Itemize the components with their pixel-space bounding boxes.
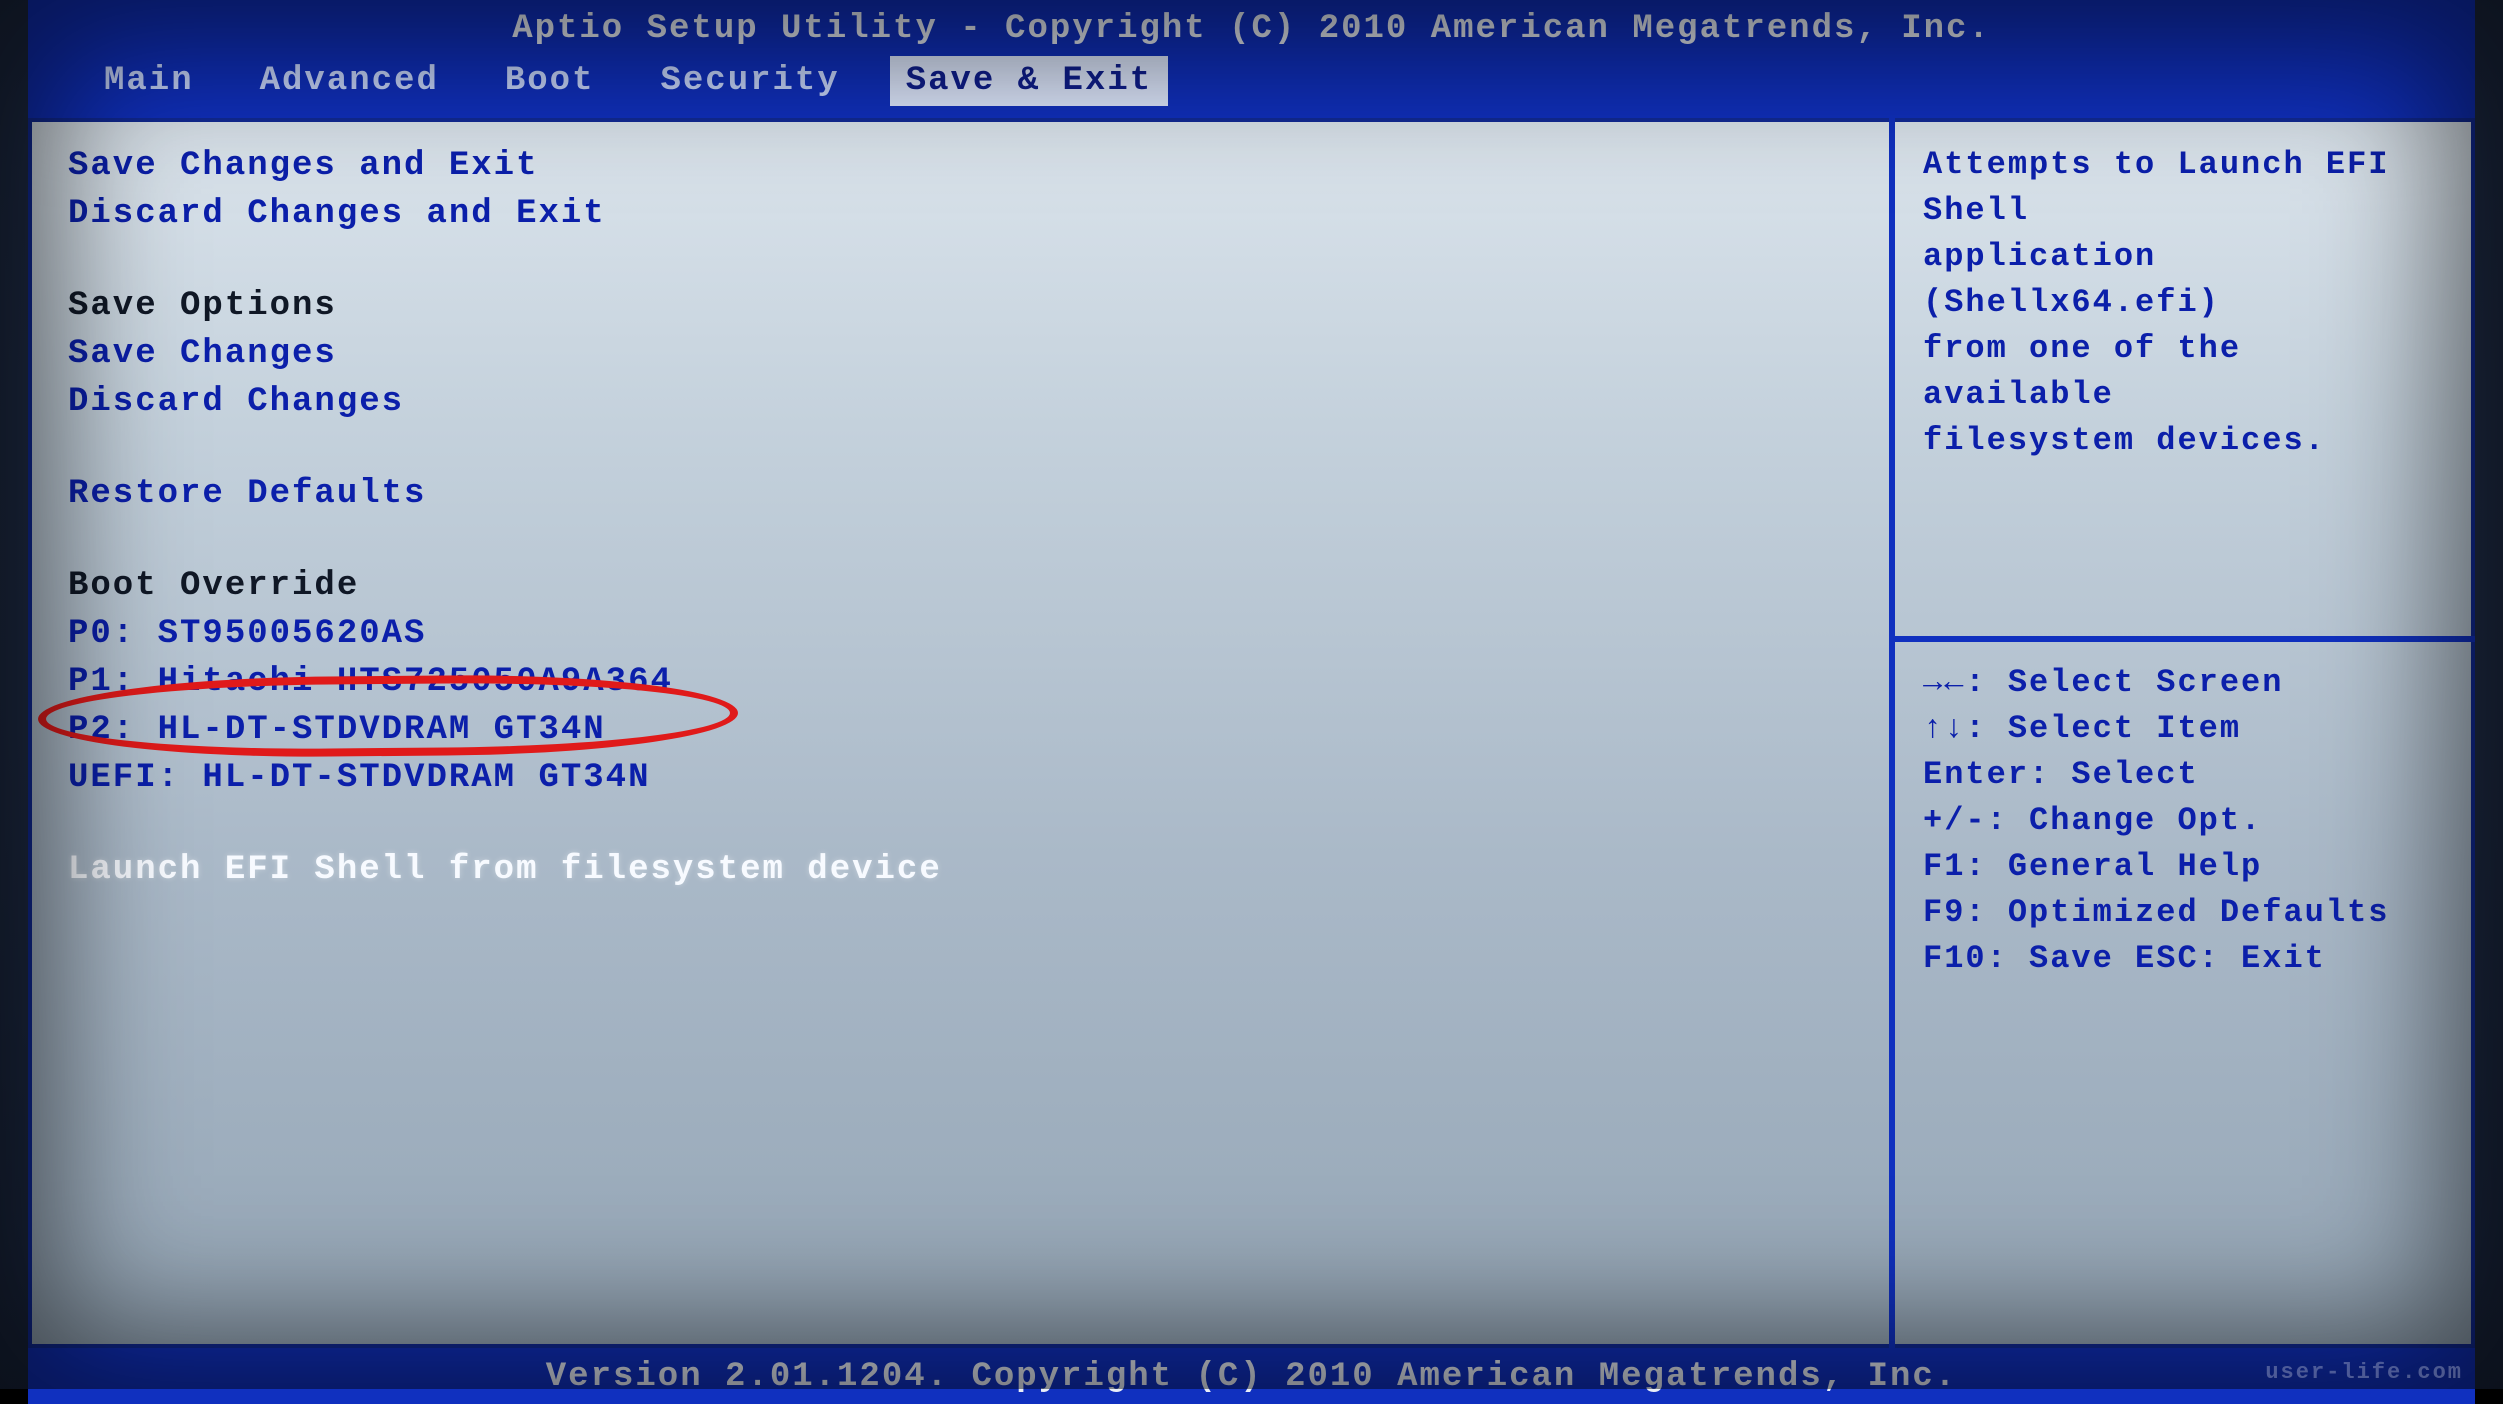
heading-boot-override: Boot Override bbox=[68, 562, 1849, 610]
menu-boot-p1[interactable]: P1: Hitachi HTS725050A9A364 bbox=[68, 658, 1849, 706]
bios-body: Save Changes and Exit Discard Changes an… bbox=[28, 118, 2475, 1348]
bios-footer-text: Version 2.01.1204. Copyright (C) 2010 Am… bbox=[546, 1358, 1957, 1396]
bios-footer-bar: Version 2.01.1204. Copyright (C) 2010 Am… bbox=[28, 1348, 2475, 1404]
help-line: application (Shellx64.efi) bbox=[1923, 234, 2447, 326]
bios-title: Aptio Setup Utility - Copyright (C) 2010… bbox=[512, 6, 1991, 52]
help-divider bbox=[1895, 636, 2475, 642]
menu-discard-changes-and-exit[interactable]: Discard Changes and Exit bbox=[68, 190, 1849, 238]
help-line: from one of the available bbox=[1923, 326, 2447, 418]
tab-main[interactable]: Main bbox=[88, 56, 210, 106]
tab-security[interactable]: Security bbox=[644, 56, 855, 106]
tab-advanced[interactable]: Advanced bbox=[244, 56, 455, 106]
menu-launch-efi-shell[interactable]: Launch EFI Shell from filesystem device bbox=[68, 846, 1849, 894]
menu-boot-p0[interactable]: P0: ST95005620AS bbox=[68, 610, 1849, 658]
key-f1: F1: General Help bbox=[1923, 844, 2447, 890]
menu-save-changes-and-exit[interactable]: Save Changes and Exit bbox=[68, 142, 1849, 190]
bios-header-bar: Aptio Setup Utility - Copyright (C) 2010… bbox=[28, 0, 2475, 118]
menu-restore-defaults[interactable]: Restore Defaults bbox=[68, 470, 1849, 518]
menu-save-changes[interactable]: Save Changes bbox=[68, 330, 1849, 378]
bios-screen: Aptio Setup Utility - Copyright (C) 2010… bbox=[0, 0, 2503, 1389]
key-help-block: →←: Select Screen ↑↓: Select Item Enter:… bbox=[1923, 624, 2447, 982]
watermark: user-life.com bbox=[2265, 1360, 2463, 1385]
key-change-opt: +/-: Change Opt. bbox=[1923, 798, 2447, 844]
menu-discard-changes[interactable]: Discard Changes bbox=[68, 378, 1849, 426]
key-f10-esc: F10: Save ESC: Exit bbox=[1923, 936, 2447, 982]
tab-boot[interactable]: Boot bbox=[489, 56, 611, 106]
key-enter: Enter: Select bbox=[1923, 752, 2447, 798]
key-f9: F9: Optimized Defaults bbox=[1923, 890, 2447, 936]
tab-row: Main Advanced Boot Security Save & Exit bbox=[28, 52, 2475, 114]
menu-pane: Save Changes and Exit Discard Changes an… bbox=[28, 118, 1895, 1348]
menu-boot-uefi[interactable]: UEFI: HL-DT-STDVDRAM GT34N bbox=[68, 754, 1849, 802]
key-select-item: ↑↓: Select Item bbox=[1923, 706, 2447, 752]
help-text: Attempts to Launch EFI Shell application… bbox=[1923, 142, 2447, 464]
arrows-left-right-icon: →←: bbox=[1923, 664, 1987, 701]
help-pane: Attempts to Launch EFI Shell application… bbox=[1895, 118, 2475, 1348]
help-line: Attempts to Launch EFI Shell bbox=[1923, 142, 2447, 234]
help-line: filesystem devices. bbox=[1923, 418, 2447, 464]
heading-save-options: Save Options bbox=[68, 282, 1849, 330]
key-select-screen: →←: Select Screen bbox=[1923, 660, 2447, 706]
arrows-up-down-icon: ↑↓: bbox=[1923, 710, 1987, 747]
tab-save-exit[interactable]: Save & Exit bbox=[890, 56, 1168, 106]
menu-boot-p2[interactable]: P2: HL-DT-STDVDRAM GT34N bbox=[68, 706, 1849, 754]
